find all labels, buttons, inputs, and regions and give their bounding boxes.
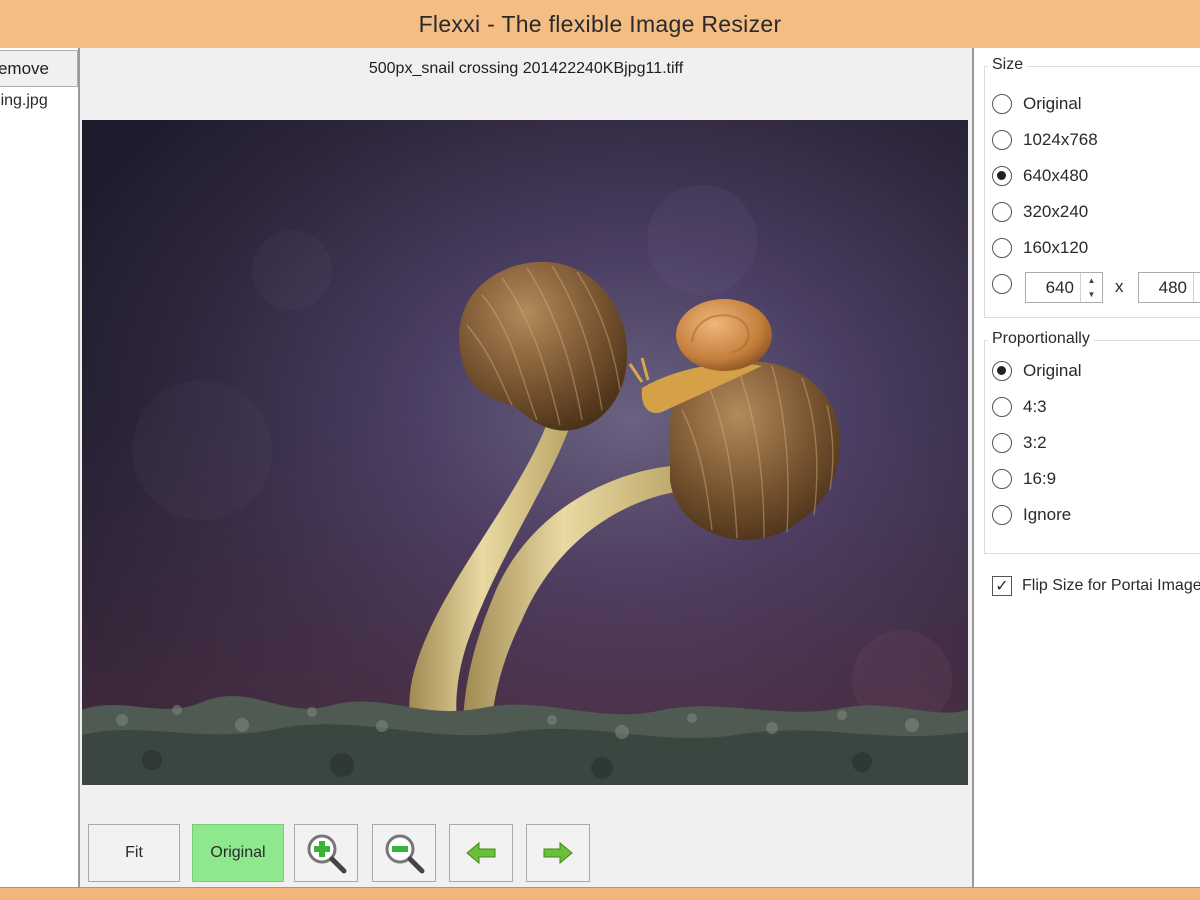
proportion-option-4-3[interactable]: 4:3 xyxy=(992,397,1047,417)
viewer-toolbar: Fit Original xyxy=(82,821,970,885)
size-option-1024x768[interactable]: 1024x768 xyxy=(992,130,1098,150)
radio-button[interactable] xyxy=(992,202,1012,222)
size-group-title: Size xyxy=(988,56,1028,74)
size-option-640x480[interactable]: 640x480 xyxy=(992,166,1088,186)
zoom-in-icon xyxy=(307,834,347,874)
custom-width-value: 640 xyxy=(1045,277,1074,297)
title-bar: Flexxi - The flexible Image Resizer xyxy=(0,0,1200,48)
dimension-separator: x xyxy=(1115,277,1124,296)
size-option-custom[interactable] xyxy=(992,274,1023,294)
image-preview[interactable] xyxy=(82,120,968,785)
radio-button[interactable] xyxy=(992,397,1012,417)
custom-height-stepper[interactable]: 480 ▲ ▼ xyxy=(1138,272,1200,303)
next-image-button[interactable] xyxy=(526,824,590,882)
custom-width-stepper[interactable]: 640 ▲ ▼ xyxy=(1025,272,1103,303)
original-size-button[interactable]: Original xyxy=(192,824,284,882)
proportion-option-original[interactable]: Original xyxy=(992,361,1082,381)
zoom-in-button[interactable] xyxy=(294,824,358,882)
settings-panel: Size Original 1024x768 640x480 320x240 1… xyxy=(972,48,1200,887)
size-option-160x120[interactable]: 160x120 xyxy=(992,238,1088,258)
proportion-option-3-2[interactable]: 3:2 xyxy=(992,433,1047,453)
radio-button-selected[interactable] xyxy=(992,361,1012,381)
zoom-out-button[interactable] xyxy=(372,824,436,882)
image-viewer: 500px_snail crossing 201422240KBjpg11.ti… xyxy=(82,48,970,887)
mushroom-snail-photo xyxy=(82,120,968,785)
zoom-out-icon xyxy=(385,834,425,874)
radio-button[interactable] xyxy=(992,94,1012,114)
spin-arrows[interactable]: ▲ ▼ xyxy=(1080,273,1102,302)
radio-button[interactable] xyxy=(992,505,1012,525)
radio-button-selected[interactable] xyxy=(992,166,1012,186)
radio-button[interactable] xyxy=(992,433,1012,453)
previous-image-button[interactable] xyxy=(449,824,513,882)
fit-button[interactable]: Fit xyxy=(88,824,180,882)
radio-button[interactable] xyxy=(992,238,1012,258)
flip-size-label: Flip Size for Portai Images xyxy=(1022,577,1200,594)
spin-down-icon[interactable]: ▼ xyxy=(1194,288,1200,303)
proportion-group-title: Proportionally xyxy=(988,330,1094,348)
window-title: Flexxi - The flexible Image Resizer xyxy=(418,10,782,37)
spin-arrows[interactable]: ▲ ▼ xyxy=(1193,273,1200,302)
radio-button[interactable] xyxy=(992,469,1012,489)
proportion-option-ignore[interactable]: Ignore xyxy=(992,505,1071,525)
radio-button[interactable] xyxy=(992,274,1012,294)
arrow-right-icon xyxy=(543,841,573,865)
spin-up-icon[interactable]: ▲ xyxy=(1081,273,1102,288)
fit-button-label: Fit xyxy=(125,844,143,861)
radio-button[interactable] xyxy=(992,130,1012,150)
original-size-button-label: Original xyxy=(210,844,266,861)
file-list-panel: Remove snail crossing.jpg xyxy=(0,48,80,887)
spin-down-icon[interactable]: ▼ xyxy=(1081,288,1102,303)
proportion-option-16-9[interactable]: 16:9 xyxy=(992,469,1056,489)
app-client-area: Remove snail crossing.jpg 500px_snail cr… xyxy=(0,48,1200,887)
custom-height-value: 480 xyxy=(1158,277,1187,297)
flip-size-checkbox[interactable]: ✓ xyxy=(992,576,1012,596)
spin-up-icon[interactable]: ▲ xyxy=(1194,273,1200,288)
image-filename: 500px_snail crossing 201422240KBjpg11.ti… xyxy=(368,60,684,77)
arrow-left-icon xyxy=(466,841,496,865)
file-list-item[interactable]: snail crossing.jpg xyxy=(0,92,48,110)
remove-button[interactable]: Remove xyxy=(0,50,78,87)
remove-button-label: Remove xyxy=(0,58,49,78)
flip-size-option[interactable]: ✓ Flip Size for Portai Images xyxy=(992,576,1200,596)
size-option-original[interactable]: Original xyxy=(992,94,1082,114)
window-bottom-border xyxy=(0,887,1200,900)
size-option-320x240[interactable]: 320x240 xyxy=(992,202,1088,222)
